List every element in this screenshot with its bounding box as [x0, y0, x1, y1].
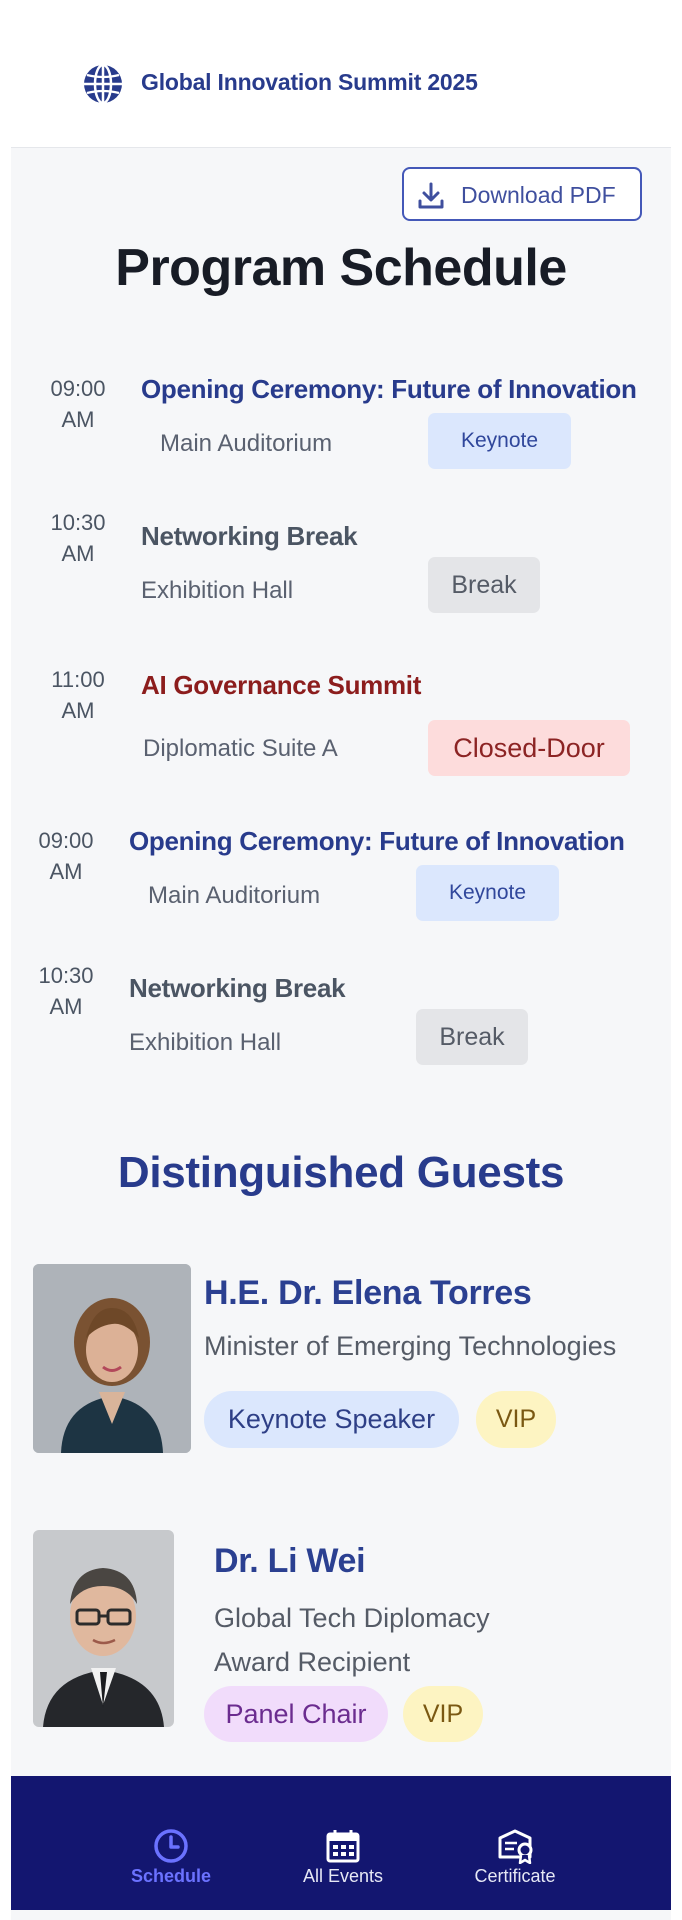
event-title: Opening Ceremony: Future of Innovation — [129, 826, 625, 856]
clock-icon — [154, 1829, 188, 1863]
event-location: Main Auditorium — [160, 430, 333, 457]
globe-icon — [84, 63, 122, 105]
event-time: 11:00 AM — [51, 667, 105, 723]
event-tag-keynote: Keynote — [428, 413, 571, 469]
guest-tag-keynote-speaker: Keynote Speaker — [204, 1391, 459, 1448]
guest-tag-vip: VIP — [476, 1391, 556, 1448]
guest-photo — [33, 1264, 191, 1453]
app-title: Global Innovation Summit 2025 — [141, 69, 478, 95]
guest-role: Global Tech Diplomacy Award Recipient — [214, 1603, 490, 1677]
download-pdf-label: Download PDF — [461, 182, 616, 208]
event-title: Networking Break — [129, 973, 346, 1003]
event-title: Opening Ceremony: Future of Innovation — [141, 374, 637, 404]
calendar-icon — [326, 1830, 360, 1863]
guest-name: H.E. Dr. Elena Torres — [204, 1274, 532, 1312]
guest-tag-panel-chair: Panel Chair — [204, 1686, 388, 1742]
event-tag-closed-door: Closed-Door — [428, 720, 630, 776]
event-tag-keynote: Keynote — [416, 865, 559, 921]
event-time: 10:30 AM — [38, 963, 94, 1019]
guest-name: Dr. Li Wei — [214, 1542, 366, 1580]
nav-label: All Events — [302, 1866, 384, 1886]
guest-photo — [33, 1530, 174, 1727]
event-tag-break: Break — [416, 1009, 528, 1065]
nav-item-all-events[interactable]: All Events — [278, 1776, 408, 1910]
app-header: Global Innovation Summit 2025 — [11, 0, 671, 148]
nav-item-schedule[interactable]: Schedule — [106, 1776, 236, 1910]
guest-role: Minister of Emerging Technologies — [204, 1331, 617, 1361]
event-title: AI Governance Summit — [141, 670, 422, 700]
download-icon — [418, 182, 444, 209]
bottom-nav: Schedule All Events Certificate — [11, 1776, 671, 1910]
event-time: 10:30 AM — [50, 510, 106, 566]
event-location: Main Auditorium — [148, 882, 321, 909]
page-title: Program Schedule — [115, 239, 567, 297]
event-location: Diplomatic Suite A — [143, 735, 338, 762]
event-time: 09:00 AM — [38, 828, 94, 884]
nav-label: Schedule — [130, 1866, 212, 1886]
event-location: Exhibition Hall — [141, 577, 294, 604]
event-tag-break: Break — [428, 557, 540, 613]
guest-tag-vip: VIP — [403, 1686, 483, 1742]
guests-section-title: Distinguished Guests — [117, 1148, 565, 1197]
download-pdf-button[interactable]: Download PDF — [402, 167, 642, 221]
nav-item-certificate[interactable]: Certificate — [450, 1776, 580, 1910]
event-location: Exhibition Hall — [129, 1029, 282, 1056]
app-frame: Global Innovation Summit 2025 Download P… — [11, 0, 671, 1920]
certificate-icon — [498, 1829, 533, 1864]
nav-label: Certificate — [474, 1866, 556, 1886]
event-time: 09:00 AM — [50, 376, 106, 432]
event-title: Networking Break — [141, 521, 358, 551]
